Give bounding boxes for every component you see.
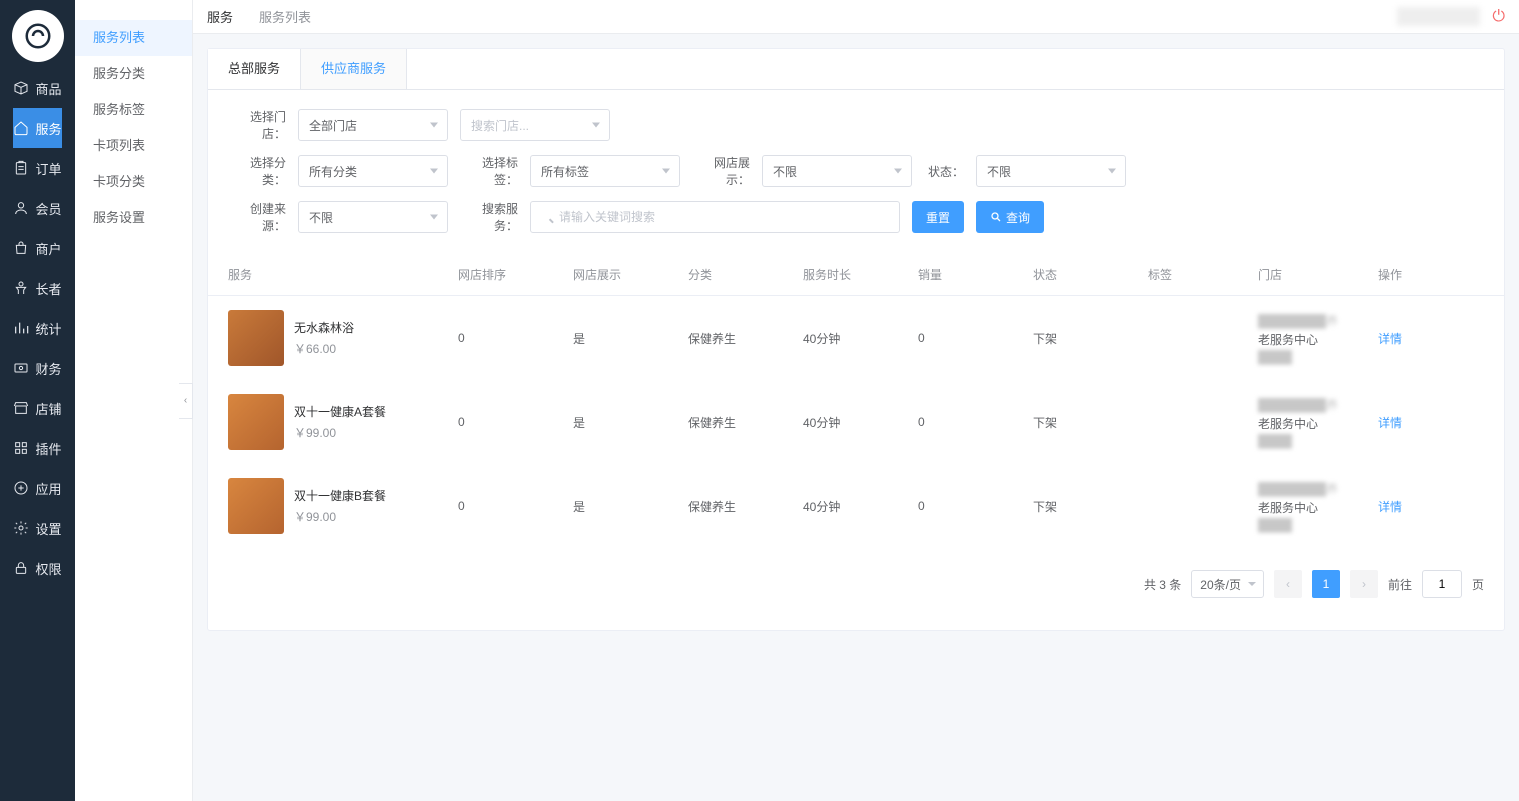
tab-0[interactable]: 总部服务: [208, 49, 301, 89]
filter-search-label: 搜索服务：: [460, 200, 518, 234]
filter-source-label: 创建来源：: [228, 200, 286, 234]
service-price: ￥99.00: [294, 424, 386, 441]
topbar: 服务 服务列表 ⏻: [193, 0, 1519, 34]
money-icon: [13, 360, 29, 376]
mainnav-item-2[interactable]: 订单: [13, 148, 61, 188]
collapse-handle[interactable]: ‹: [179, 383, 193, 419]
shop-icon: [13, 400, 29, 416]
service-name: 双十一健康A套餐: [294, 403, 386, 420]
bag-icon: [13, 240, 29, 256]
elder-icon: [13, 280, 29, 296]
pagination: 共 3 条 20条/页 ‹ 1 › 前往 页: [208, 548, 1504, 630]
breadcrumb-page: 服务列表: [259, 7, 311, 26]
subnav-item-2[interactable]: 服务标签: [75, 92, 192, 128]
filter-source-select[interactable]: 不限: [298, 201, 448, 233]
service-name: 无水森林浴: [294, 319, 354, 336]
table-row: 双十一健康A套餐￥99.000是保健养生40分钟0下架████████养老服务中…: [208, 380, 1504, 464]
mainnav-item-4[interactable]: 商户: [13, 228, 61, 268]
mainnav-item-8[interactable]: 店铺: [13, 388, 61, 428]
tabs: 总部服务供应商服务: [208, 49, 1504, 90]
mainnav-item-7[interactable]: 财务: [13, 348, 61, 388]
mainnav-item-11[interactable]: 设置: [13, 508, 61, 548]
user-info: [1397, 7, 1481, 26]
reset-button[interactable]: 重置: [912, 201, 964, 233]
service-name: 双十一健康B套餐: [294, 487, 386, 504]
subnav-item-1[interactable]: 服务分类: [75, 56, 192, 92]
subnav-item-5[interactable]: 服务设置: [75, 200, 192, 236]
mainnav-item-3[interactable]: 会员: [13, 188, 61, 228]
logo: [12, 10, 64, 62]
main-panel: 总部服务供应商服务 选择门店： 全部门店 搜索门店... 选择分类： 所有分类 …: [207, 48, 1505, 631]
pager-page-1[interactable]: 1: [1312, 570, 1340, 598]
mainnav-item-6[interactable]: 统计: [13, 308, 61, 348]
pager-goto-input[interactable]: [1422, 570, 1462, 598]
detail-link[interactable]: 详情: [1378, 416, 1402, 430]
filter-search-input[interactable]: [530, 201, 900, 233]
user-icon: [13, 200, 29, 216]
filter-tag-label: 选择标签：: [460, 154, 518, 188]
filter-shop-label: 网店展示：: [692, 154, 750, 188]
logout-icon[interactable]: ⏻: [1492, 8, 1505, 26]
filter-cat-label: 选择分类：: [228, 154, 286, 188]
mainnav-item-1[interactable]: 服务: [13, 108, 61, 148]
filter-store-select[interactable]: 全部门店: [298, 109, 448, 141]
mainnav-item-9[interactable]: 插件: [13, 428, 61, 468]
bars-icon: [13, 320, 29, 336]
service-thumb: [228, 394, 284, 450]
pager-total: 共 3 条: [1144, 576, 1181, 593]
subnav-item-0[interactable]: 服务列表: [75, 20, 192, 56]
service-price: ￥66.00: [294, 340, 354, 357]
filter-tag-select[interactable]: 所有标签: [530, 155, 680, 187]
gear-icon: [13, 520, 29, 536]
filter-status-label: 状态：: [924, 163, 964, 180]
clipboard-icon: [13, 160, 29, 176]
filter-store-label: 选择门店：: [228, 108, 286, 142]
pager-goto-label: 前往: [1388, 576, 1412, 593]
service-price: ￥99.00: [294, 508, 386, 525]
filter-status-select[interactable]: 不限: [976, 155, 1126, 187]
detail-link[interactable]: 详情: [1378, 500, 1402, 514]
main-nav: 商品服务订单会员商户长者统计财务店铺插件应用设置权限: [0, 0, 75, 801]
app-icon: [13, 480, 29, 496]
filter-store-search[interactable]: 搜索门店...: [460, 109, 610, 141]
service-thumb: [228, 310, 284, 366]
pager-prev[interactable]: ‹: [1274, 570, 1302, 598]
home-icon: [13, 120, 29, 136]
table-row: 双十一健康B套餐￥99.000是保健养生40分钟0下架████████养老服务中…: [208, 464, 1504, 548]
filter-cat-select[interactable]: 所有分类: [298, 155, 448, 187]
pager-size-select[interactable]: 20条/页: [1191, 570, 1264, 598]
grid-icon: [13, 440, 29, 456]
detail-link[interactable]: 详情: [1378, 332, 1402, 346]
search-icon: [990, 211, 1002, 223]
mainnav-item-10[interactable]: 应用: [13, 468, 61, 508]
subnav-item-4[interactable]: 卡项分类: [75, 164, 192, 200]
pager-goto-suffix: 页: [1472, 576, 1484, 593]
sub-nav: 服务列表服务分类服务标签卡项列表卡项分类服务设置 ‹: [75, 0, 193, 801]
filter-shop-select[interactable]: 不限: [762, 155, 912, 187]
cube-icon: [13, 80, 29, 96]
mainnav-item-5[interactable]: 长者: [13, 268, 61, 308]
tab-1[interactable]: 供应商服务: [301, 49, 407, 89]
table-row: 无水森林浴￥66.000是保健养生40分钟0下架████████养老服务中心██…: [208, 296, 1504, 380]
service-thumb: [228, 478, 284, 534]
pager-next[interactable]: ›: [1350, 570, 1378, 598]
subnav-item-3[interactable]: 卡项列表: [75, 128, 192, 164]
mainnav-item-12[interactable]: 权限: [13, 548, 61, 588]
table-header: 服务 网店排序 网店展示 分类 服务时长 销量 状态 标签 门店 操作: [208, 254, 1504, 296]
lock-icon: [13, 560, 29, 576]
breadcrumb-root: 服务: [207, 7, 233, 26]
mainnav-item-0[interactable]: 商品: [13, 68, 61, 108]
query-button[interactable]: 查询: [976, 201, 1044, 233]
